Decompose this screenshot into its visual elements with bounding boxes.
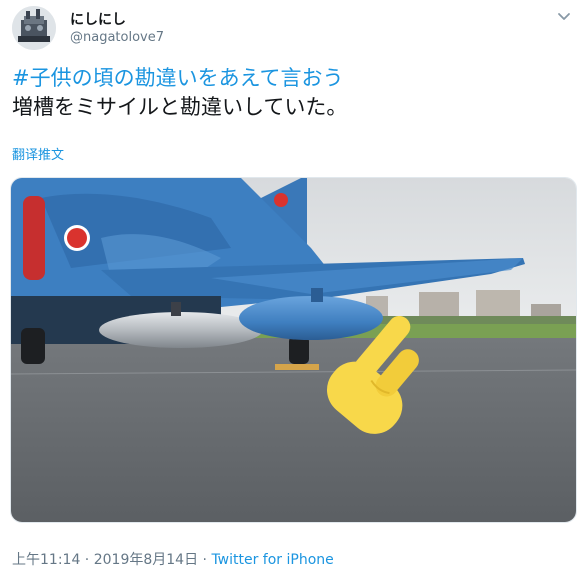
tweet-meta: 上午11:14 · 2019年8月14日 · Twitter for iPhon… (12, 549, 334, 569)
meta-separator: · (198, 552, 212, 568)
user-handle[interactable]: @nagatolove7 (70, 30, 164, 45)
meta-separator: · (80, 552, 94, 568)
tweet-photo[interactable] (10, 177, 577, 523)
tweet-date[interactable]: 2019年8月14日 (94, 552, 198, 568)
hashtag-link[interactable]: #子供の頃の勘違いをあえて言おう (12, 66, 344, 90)
chevron-down-icon[interactable] (556, 8, 572, 24)
avatar-image (12, 6, 56, 50)
jet-photo (11, 178, 576, 522)
tweet-time[interactable]: 上午11:14 (12, 552, 80, 568)
tweet-text: #子供の頃の勘違いをあえて言おう 増槽をミサイルと勘違いしていた。 (12, 64, 347, 122)
avatar[interactable] (12, 6, 56, 50)
display-name[interactable]: にしにし (70, 9, 126, 29)
source-link[interactable]: Twitter for iPhone (211, 552, 333, 568)
translate-tweet-link[interactable]: 翻译推文 (12, 144, 64, 163)
tweet-body: 増槽をミサイルと勘違いしていた。 (12, 95, 348, 119)
